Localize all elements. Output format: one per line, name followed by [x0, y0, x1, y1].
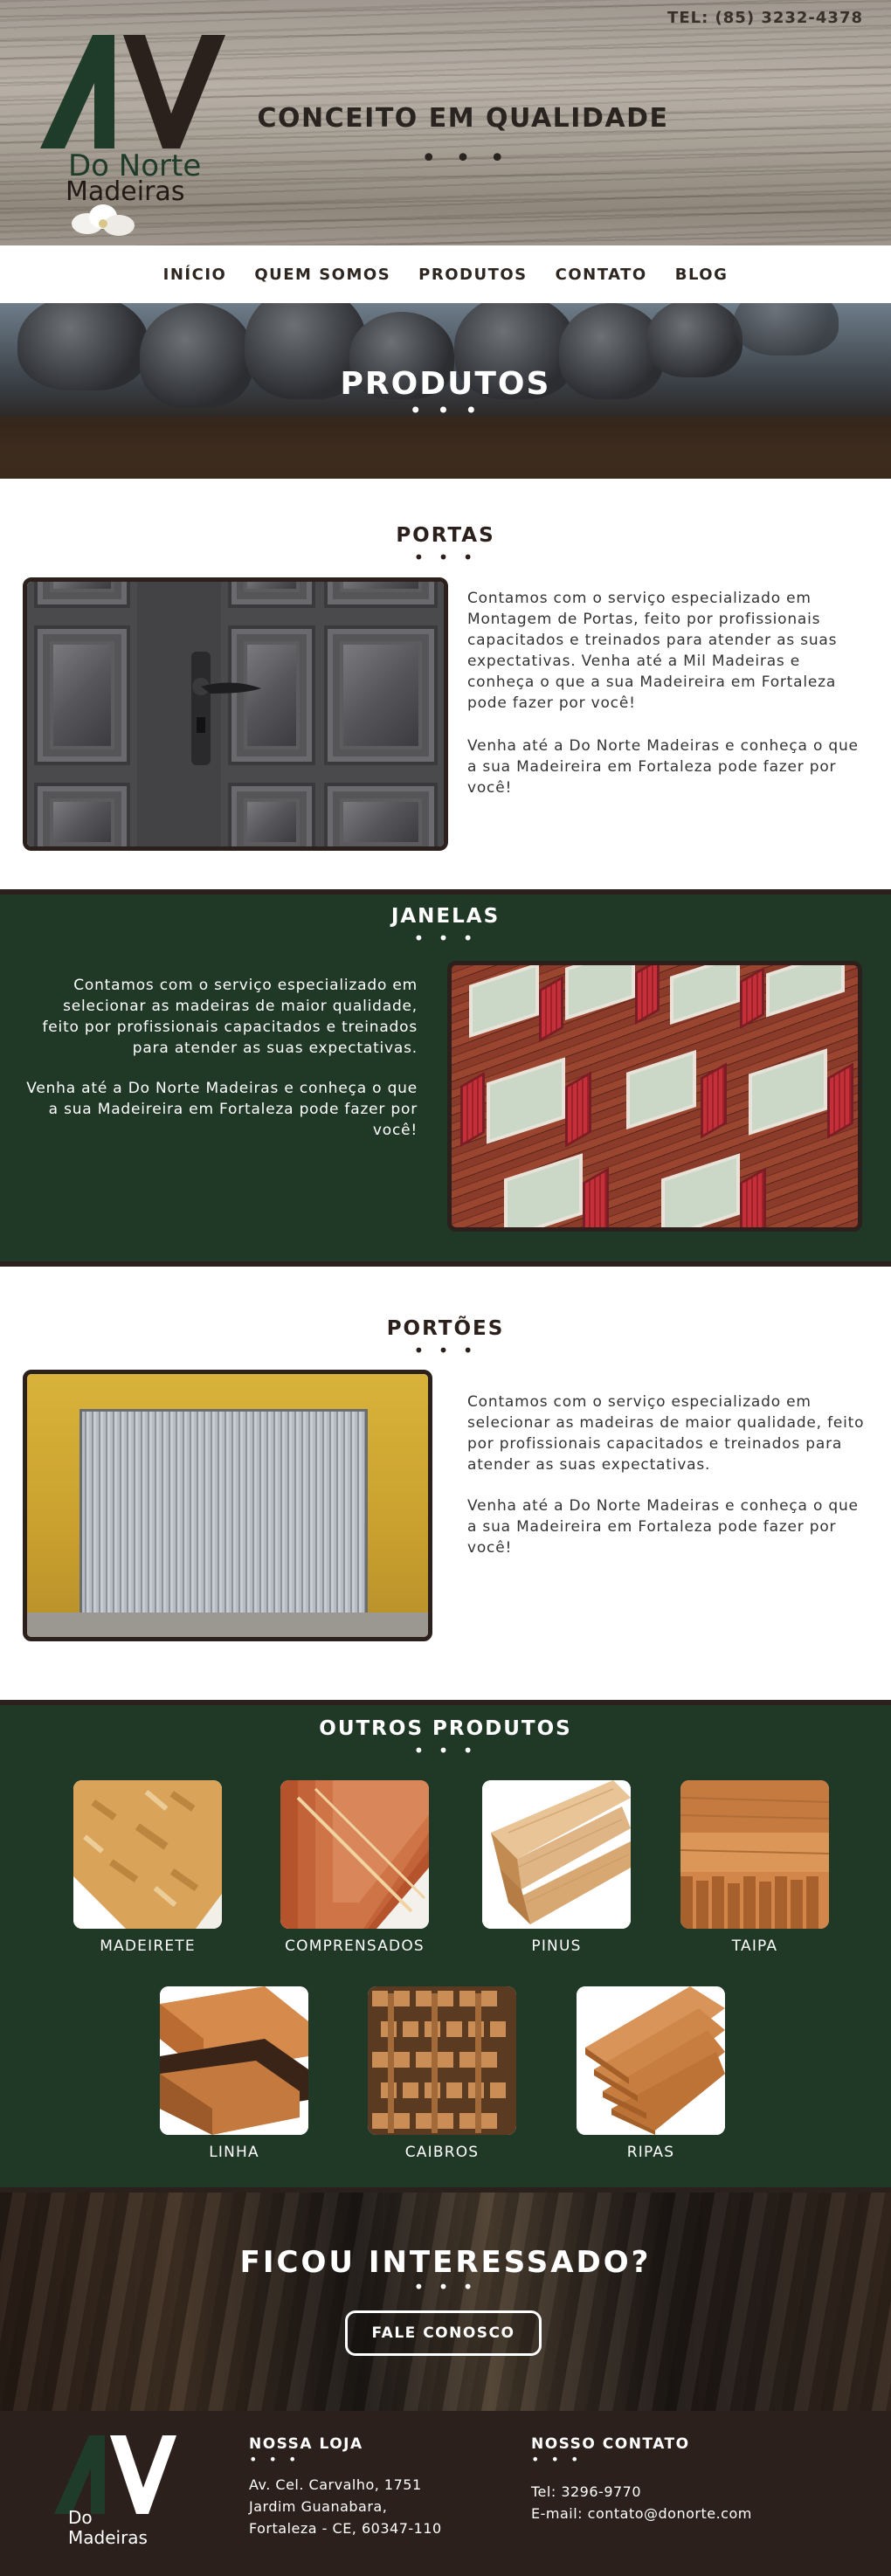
- footer-address-1: Av. Cel. Carvalho, 1751: [249, 2476, 422, 2493]
- tagline: CONCEITO EM QUALIDADE: [257, 103, 669, 134]
- footer-address-2: Jardim Guanabara,: [249, 2498, 388, 2515]
- product-label: COMPRENSADOS: [285, 1937, 425, 1955]
- product-image: [73, 1780, 222, 1929]
- product-image: [280, 1780, 429, 1929]
- section-title-outros: OUTROS PRODUTOS: [319, 1717, 572, 1740]
- footer-email-link[interactable]: E-mail: contato@donorte.com: [531, 2503, 752, 2524]
- site-footer: Do Madeiras NOSSA LOJA • • • Av. Cel. Ca…: [0, 2411, 891, 2576]
- product-label: MADEIRETE: [100, 1937, 196, 1955]
- product-image: [482, 1780, 631, 1929]
- product-image: [368, 1986, 516, 2135]
- footer-contact-title: NOSSO CONTATO: [531, 2435, 690, 2453]
- section-dots-portas: • • •: [413, 547, 478, 568]
- section-janelas: JANELAS • • • Contamos com o serviço esp…: [0, 894, 891, 1261]
- section-outros-produtos: OUTROS PRODUTOS • • • MADEIRETE COMPRENS…: [0, 1705, 891, 2187]
- section-dots-janelas: • • •: [413, 928, 478, 949]
- section-dots-outros: • • •: [413, 1740, 478, 1761]
- header-phone: TEL: (85) 3232-4378: [667, 9, 863, 27]
- cta-dots: • • •: [413, 2276, 478, 2297]
- section-title-janelas: JANELAS: [390, 905, 501, 928]
- product-label: PINUS: [531, 1937, 582, 1955]
- site-header: TEL: (85) 3232-4378 Do Norte Madeiras CO…: [0, 0, 891, 245]
- product-label: TAIPA: [731, 1937, 778, 1955]
- footer-logo-text-do: Do: [68, 2507, 93, 2528]
- main-nav: INÍCIO QUEM SOMOS PRODUTOS CONTATO BLOG: [0, 245, 891, 303]
- portoes-image: [23, 1370, 432, 1641]
- footer-phone: Tel: 3296-9770: [531, 2483, 642, 2500]
- section-dots-portoes: • • •: [413, 1340, 478, 1361]
- page-banner: PRODUTOS • • •: [0, 303, 891, 479]
- divider: [0, 1261, 891, 1267]
- product-image: [577, 1986, 725, 2135]
- banner-dots: • • •: [409, 398, 482, 423]
- nav-quem-somos[interactable]: QUEM SOMOS: [254, 266, 390, 284]
- portoes-text-1: Contamos com o serviço especializado em …: [467, 1393, 865, 1474]
- cta-title: FICOU INTERESSADO?: [239, 2245, 652, 2280]
- janelas-text-2: Venha até a Do Norte Madeiras e conheça …: [26, 1080, 418, 1139]
- janelas-text-1: Contamos com o serviço especializado em …: [42, 977, 418, 1057]
- product-card-taipa[interactable]: TAIPA: [680, 1780, 829, 1955]
- flower-icon: [72, 204, 135, 236]
- portas-image: [23, 577, 448, 851]
- product-card-comprensados[interactable]: COMPRENSADOS: [280, 1780, 429, 1955]
- product-label: RIPAS: [626, 2144, 675, 2161]
- section-title-portas: PORTAS: [396, 524, 495, 547]
- footer-address-3: Fortaleza - CE, 60347-110: [249, 2520, 442, 2537]
- footer-store-title: NOSSA LOJA: [249, 2435, 363, 2453]
- nav-contato[interactable]: CONTATO: [556, 266, 647, 284]
- portas-text-1: Contamos com o serviço especializado em …: [467, 590, 838, 712]
- nav-inicio[interactable]: INÍCIO: [163, 266, 227, 284]
- nav-blog[interactable]: BLOG: [675, 266, 729, 284]
- portas-text-2: Venha até a Do Norte Madeiras e conheça …: [467, 737, 859, 797]
- product-card-ripas[interactable]: RIPAS: [577, 1986, 725, 2161]
- section-title-portoes: PORTÕES: [386, 1317, 505, 1340]
- product-label: CAIBROS: [404, 2144, 480, 2161]
- nav-produtos[interactable]: PRODUTOS: [418, 266, 527, 284]
- product-card-caibros[interactable]: CAIBROS: [368, 1986, 516, 2161]
- janelas-image: [447, 961, 862, 1232]
- door-handle-icon: [191, 652, 261, 765]
- footer-store-dots: • • •: [249, 2451, 300, 2468]
- cta-section: FICOU INTERESSADO? • • • FALE CONOSCO: [0, 2193, 891, 2411]
- page-title: PRODUTOS: [340, 366, 551, 402]
- product-card-linha[interactable]: LINHA: [160, 1986, 308, 2161]
- footer-logo-text-madeiras: Madeiras: [68, 2527, 148, 2548]
- product-card-madeirete[interactable]: MADEIRETE: [73, 1780, 222, 1955]
- portoes-text-2: Venha até a Do Norte Madeiras e conheça …: [467, 1497, 859, 1557]
- tagline-dots: • • •: [420, 143, 511, 174]
- product-image: [160, 1986, 308, 2135]
- product-card-pinus[interactable]: PINUS: [482, 1780, 631, 1955]
- product-label: LINHA: [209, 2144, 259, 2161]
- footer-contact-dots: • • •: [531, 2451, 583, 2468]
- fale-conosco-button[interactable]: FALE CONOSCO: [345, 2310, 542, 2356]
- product-image: [680, 1780, 829, 1929]
